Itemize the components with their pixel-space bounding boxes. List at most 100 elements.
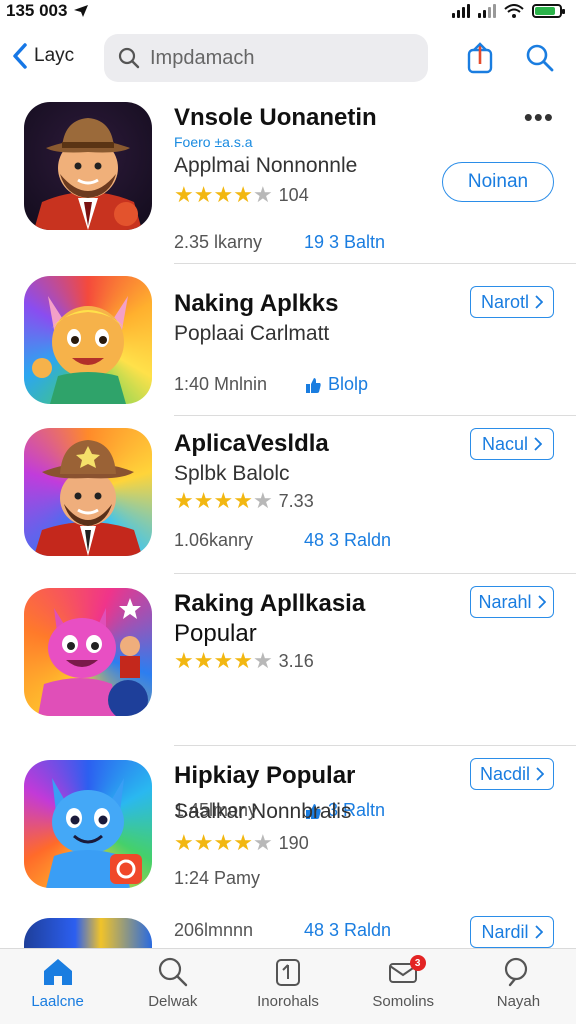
get-button[interactable]: Narahl bbox=[470, 586, 554, 618]
app-title: Vnsole Uonanetin bbox=[174, 104, 377, 131]
status-bar: 135 003 bbox=[0, 0, 576, 22]
app-icon-partial bbox=[24, 918, 152, 952]
get-button[interactable]: Nacul bbox=[470, 428, 554, 460]
rating-count: 7.33 bbox=[278, 491, 314, 511]
get-button-label: Nacul bbox=[481, 433, 529, 454]
search-icon bbox=[526, 44, 554, 72]
tab-label: Delwak bbox=[148, 993, 198, 1010]
tab-search[interactable]: Delwak bbox=[115, 949, 230, 1024]
star-icon: ★ bbox=[213, 488, 234, 513]
star-icon: ★ bbox=[252, 488, 273, 513]
star-icon: ★ bbox=[174, 648, 194, 673]
star-rating: ★★★★★ bbox=[174, 832, 273, 855]
back-button[interactable]: Layc bbox=[12, 42, 74, 70]
star-icon: ★ bbox=[193, 182, 214, 207]
app-title: AplicaVesldla bbox=[174, 430, 329, 457]
tab-label: Laalcne bbox=[31, 993, 84, 1010]
app-rating: ★★★★★ 190 bbox=[174, 832, 309, 855]
search-input[interactable]: Impdamach bbox=[104, 34, 428, 82]
tab-label: Nayah bbox=[496, 993, 541, 1010]
get-button-label: Nacdil bbox=[479, 763, 531, 784]
list-item[interactable]: Vnsole Uonanetin Foero ±a.s.a Applmai No… bbox=[0, 94, 576, 264]
list-item[interactable]: Raking Apllkasia Popular ★★★★★ 3.16 1.45… bbox=[0, 574, 576, 820]
get-button[interactable]: Nacdil bbox=[470, 758, 554, 790]
star-icon: ★ bbox=[233, 830, 253, 855]
app-icon-monster bbox=[24, 588, 152, 716]
get-button-label: Narotl bbox=[480, 291, 529, 312]
app-badge: Blolp bbox=[304, 374, 368, 395]
star-icon: ★ bbox=[252, 830, 273, 855]
app-title: Raking Apllkasia bbox=[174, 590, 366, 617]
status-time-group: 135 003 bbox=[6, 1, 89, 21]
star-icon: ★ bbox=[233, 182, 253, 207]
apps-icon bbox=[276, 959, 300, 986]
star-icon: ★ bbox=[193, 648, 214, 673]
chevron-right-icon bbox=[534, 925, 543, 939]
tab-profile-search[interactable]: Nayah bbox=[461, 949, 576, 1024]
get-button-label: Narahl bbox=[478, 591, 532, 612]
app-subtitle: Applmai Nonnonnle bbox=[174, 154, 358, 177]
chevron-right-icon bbox=[534, 437, 543, 451]
chevron-right-icon bbox=[536, 767, 545, 781]
chevron-right-icon bbox=[537, 595, 546, 609]
tab-apps[interactable]: Inorohals bbox=[230, 949, 345, 1024]
search-icon bbox=[158, 957, 187, 987]
app-meta: 1.06kanry bbox=[174, 530, 254, 550]
tab-home[interactable]: Laalcne bbox=[0, 949, 115, 1024]
get-button-label: Noinan bbox=[467, 171, 529, 192]
status-time: 135 003 bbox=[6, 1, 68, 20]
app-badge: 19 3 Baltn bbox=[304, 232, 385, 253]
app-meta: 1:40 Mnlnin bbox=[174, 374, 268, 394]
tab-inbox[interactable]: 3 Somolins bbox=[346, 949, 461, 1024]
cartoon-character-icon bbox=[32, 296, 128, 404]
blue-creature-icon bbox=[46, 778, 142, 888]
list-item[interactable]: 206lmnnn 48 3 Raldn Nardil bbox=[0, 912, 576, 952]
tab-label: Somolins bbox=[372, 993, 435, 1010]
back-label: Layc bbox=[34, 45, 75, 66]
app-subtitle: Splbk Balolc bbox=[174, 462, 290, 485]
app-title: Hipkiay Popular bbox=[174, 762, 356, 789]
thumb-icon bbox=[306, 377, 321, 393]
chevron-left-icon bbox=[13, 43, 27, 69]
notification-badge: 3 bbox=[409, 955, 426, 971]
nav-search-button[interactable] bbox=[526, 44, 554, 77]
status-indicators bbox=[452, 4, 565, 18]
share-icon bbox=[467, 42, 493, 74]
app-tagline: Foero ±a.s.a bbox=[174, 134, 253, 150]
star-icon: ★ bbox=[174, 488, 194, 513]
share-button[interactable] bbox=[466, 42, 494, 81]
star-icon: ★ bbox=[233, 648, 253, 673]
star-icon: ★ bbox=[213, 182, 234, 207]
list-item[interactable]: AplicaVesldla Splbk Balolc ★★★★★ 7.33 1.… bbox=[0, 416, 576, 574]
cellular-signal-icon-2 bbox=[478, 4, 496, 18]
more-options-button[interactable]: ••• bbox=[524, 102, 554, 133]
app-meta: 1:24 Pamy bbox=[174, 868, 261, 888]
star-icon: ★ bbox=[193, 830, 214, 855]
location-arrow-icon bbox=[74, 5, 89, 17]
app-icon-character bbox=[24, 276, 152, 404]
wifi-icon bbox=[504, 4, 524, 18]
app-icon-blue-creature bbox=[24, 760, 152, 888]
app-rating: ★★★★★ 3.16 bbox=[174, 650, 314, 673]
star-rating: ★★★★★ bbox=[174, 184, 273, 207]
app-icon-cowboy-2 bbox=[24, 428, 152, 556]
list-item[interactable]: Hipkiay Popular Saalkar Nonnbralis ★★★★★… bbox=[0, 746, 576, 912]
chevron-right-icon bbox=[535, 295, 543, 309]
app-icon-cowboy bbox=[24, 102, 152, 230]
star-icon: ★ bbox=[193, 488, 214, 513]
get-button-label: Nardil bbox=[481, 921, 529, 942]
star-icon: ★ bbox=[252, 182, 273, 207]
badge-label: 48 3 Raldn bbox=[304, 530, 392, 550]
list-item[interactable]: Naking Aplkks Poplaai Carlmatt 1:40 Mnln… bbox=[0, 264, 576, 416]
get-button[interactable]: Narotl bbox=[470, 286, 554, 318]
get-button[interactable]: Nardil bbox=[470, 916, 554, 948]
star-icon: ★ bbox=[174, 830, 194, 855]
star-icon: ★ bbox=[174, 182, 194, 207]
tab-label: Inorohals bbox=[257, 993, 319, 1010]
cowboy-avatar-icon bbox=[34, 440, 142, 556]
rating-count: 3.16 bbox=[278, 651, 314, 671]
app-title: Naking Aplkks bbox=[174, 290, 339, 317]
pink-monster-icon bbox=[38, 598, 148, 716]
home-icon bbox=[43, 959, 72, 985]
get-button[interactable]: Noinan bbox=[442, 162, 554, 202]
